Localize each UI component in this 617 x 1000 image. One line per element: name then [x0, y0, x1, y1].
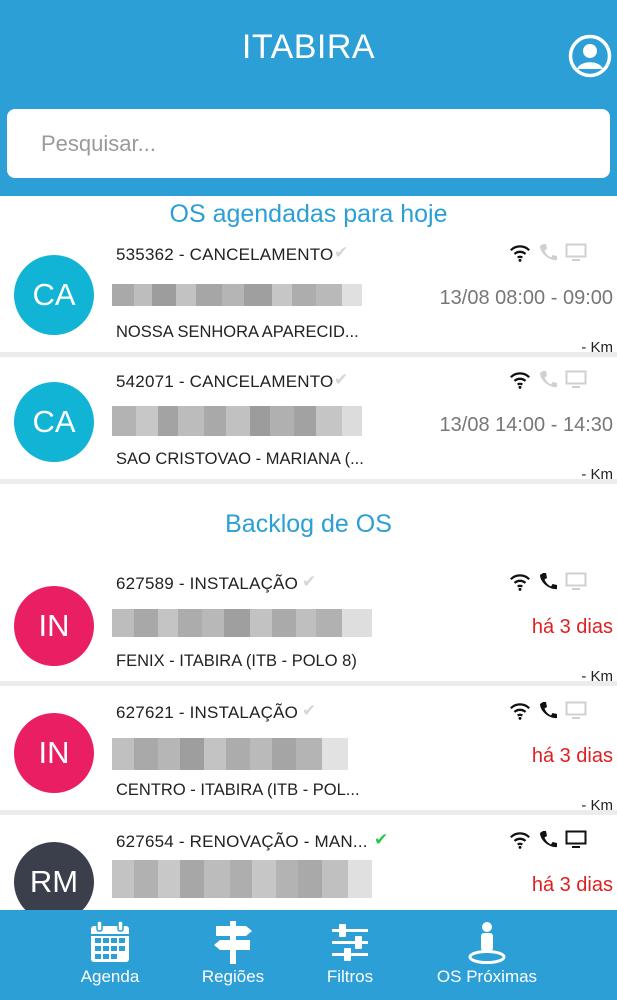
order-code: 627621 - INSTALAÇÃO — [116, 703, 299, 722]
scheduled-time: 13/08 14:00 - 14:30 — [439, 414, 613, 436]
person-pin-icon — [468, 922, 506, 964]
monitor-icon — [565, 370, 587, 388]
search-input[interactable] — [7, 109, 610, 178]
order-card[interactable]: CA 542071 - CANCELAMENTO ✔ 13/08 14:00 -… — [0, 360, 617, 484]
monitor-icon — [565, 830, 587, 848]
distance: - Km — [581, 668, 613, 685]
wifi-icon — [510, 245, 530, 262]
avatar: IN — [14, 586, 94, 666]
nav-filtros[interactable]: Filtros — [300, 910, 400, 1000]
check-icon: ✔ — [334, 243, 349, 262]
order-code: 627589 - INSTALAÇÃO — [116, 574, 299, 593]
redacted-address — [112, 860, 372, 898]
nav-label: OS Próximas — [436, 967, 538, 986]
location: CENTRO - ITABIRA (ITB - POL... — [116, 781, 360, 799]
order-code: 535362 - CANCELAMENTO — [116, 245, 334, 264]
avatar: IN — [14, 713, 94, 793]
nav-regioes[interactable]: Regiões — [183, 910, 283, 1000]
order-code: 627654 - RENOVAÇÃO - MAN... — [116, 832, 368, 851]
monitor-icon — [565, 572, 587, 590]
nav-label: Regiões — [201, 967, 265, 986]
order-card[interactable]: RM 627654 - RENOVAÇÃO - MAN... ✔ há 3 di… — [0, 820, 617, 910]
status-icons — [509, 701, 605, 723]
nav-os-proximas[interactable]: OS Próximas — [432, 910, 542, 1000]
redacted-address — [112, 609, 372, 637]
section-title-backlog: Backlog de OS — [225, 510, 392, 538]
sliders-icon — [332, 924, 368, 961]
phone-icon — [540, 573, 557, 590]
status-icons — [509, 370, 605, 392]
page-title: ITABIRA — [241, 28, 376, 66]
check-icon: ✔ — [302, 572, 317, 591]
profile-icon[interactable] — [568, 34, 612, 78]
app-header: ITABIRA — [0, 0, 617, 196]
nav-label: Filtros — [326, 967, 374, 986]
scheduled-time: 13/08 08:00 - 09:00 — [439, 287, 613, 309]
order-card[interactable]: CA 535362 - CANCELAMENTO ✔ 13/08 08:00 -… — [0, 233, 617, 357]
check-icon: ✔ — [302, 701, 317, 720]
phone-icon — [540, 244, 557, 261]
distance: - Km — [581, 797, 613, 814]
section-title-today: OS agendadas para hoje — [169, 200, 448, 228]
distance: - Km — [581, 339, 613, 356]
location: FENIX - ITABIRA (ITB - POLO 8) — [116, 652, 357, 670]
order-card[interactable]: IN 627621 - INSTALAÇÃO ✔ há 3 dias CENTR… — [0, 691, 617, 815]
avatar: CA — [14, 255, 94, 335]
status-icons — [509, 243, 605, 265]
nav-agenda[interactable]: Agenda — [60, 910, 160, 1000]
bottom-nav: Agenda Regiões Filtros OS Próximas — [0, 910, 617, 1000]
check-icon: ✔ — [334, 370, 349, 389]
redacted-address — [112, 738, 352, 770]
status-icons — [509, 830, 605, 852]
redacted-address — [112, 284, 372, 306]
check-icon: ✔ — [374, 830, 389, 849]
order-code: 542071 - CANCELAMENTO — [116, 372, 334, 391]
wifi-icon — [510, 703, 530, 720]
location: NOSSA SENHORA APARECID... — [116, 323, 359, 341]
calendar-icon — [91, 920, 129, 962]
signpost-icon — [214, 921, 252, 964]
avatar: CA — [14, 382, 94, 462]
monitor-icon — [565, 243, 587, 261]
order-card[interactable]: IN 627589 - INSTALAÇÃO ✔ há 3 dias FENIX… — [0, 562, 617, 686]
distance: - Km — [581, 466, 613, 483]
status-icons — [509, 572, 605, 594]
redacted-address — [112, 406, 367, 436]
wifi-icon — [510, 832, 530, 849]
wifi-icon — [510, 372, 530, 389]
wifi-icon — [510, 574, 530, 591]
monitor-icon — [565, 701, 587, 719]
phone-icon — [540, 702, 557, 719]
overdue-label: há 3 dias — [531, 616, 613, 638]
overdue-label: há 3 dias — [531, 874, 613, 896]
location: SAO CRISTOVAO - MARIANA (... — [116, 450, 364, 468]
nav-label: Agenda — [80, 967, 140, 986]
phone-icon — [540, 371, 557, 388]
overdue-label: há 3 dias — [531, 745, 613, 767]
avatar: RM — [14, 842, 94, 910]
phone-icon — [540, 831, 557, 848]
